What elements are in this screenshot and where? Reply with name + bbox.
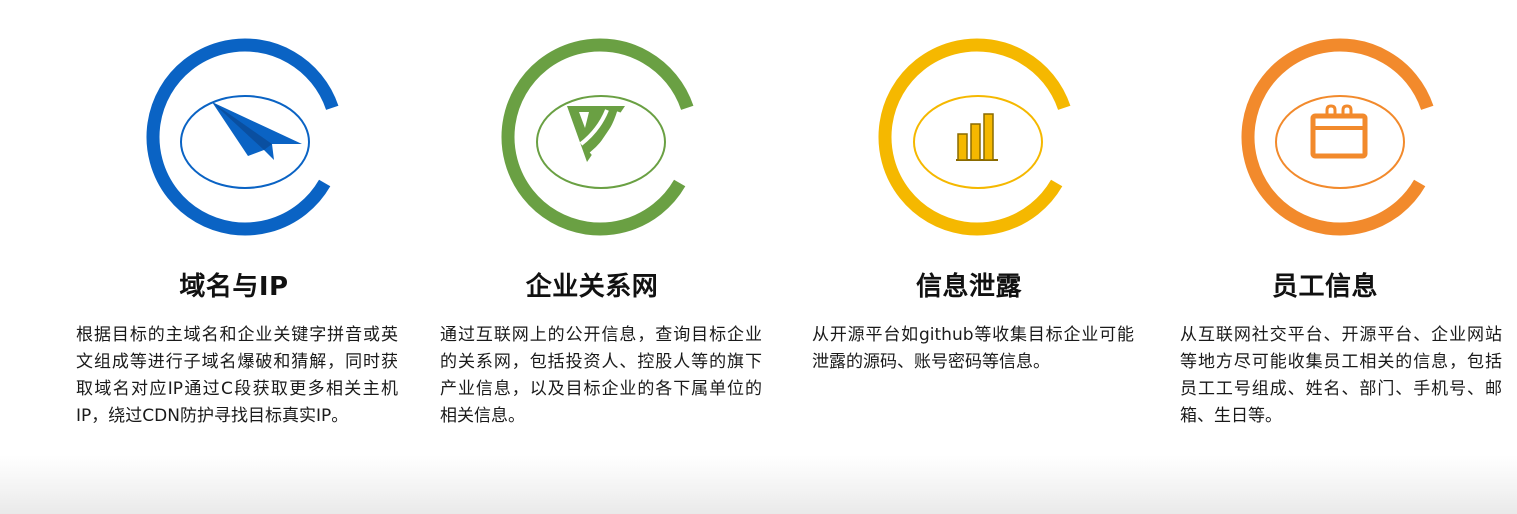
domain-emblem <box>140 32 350 242</box>
staff-emblem <box>1235 32 1445 242</box>
leak-emblem <box>872 32 1082 242</box>
card-staff-info: 员工信息 从互联网社交平台、开源平台、企业网站等地方尽可能收集员工相关的信息，包… <box>1180 0 1510 514</box>
leak-ring <box>878 38 1076 236</box>
card-description: 从互联网社交平台、开源平台、企业网站等地方尽可能收集员工相关的信息，包括员工工号… <box>1180 325 1502 426</box>
card-domain-ip: 域名与IP 根据目标的主域名和企业关键字拼音或英文组成等进行子域名爆破和猜解，同… <box>76 0 406 514</box>
wifi-wedge-icon <box>567 106 625 162</box>
paper-plane-icon <box>212 102 302 160</box>
card-description: 从开源平台如github等收集目标企业可能泄露的源码、账号密码等信息。 <box>812 325 1134 372</box>
calendar-icon <box>1310 104 1368 159</box>
card-title: 企业关系网 <box>525 272 659 302</box>
card-info-leak: 信息泄露 从开源平台如github等收集目标企业可能泄露的源码、账号密码等信息。 <box>812 0 1142 514</box>
bar-chart-icon <box>956 113 998 161</box>
card-description: 根据目标的主域名和企业关键字拼音或英文组成等进行子域名爆破和猜解，同时获取域名对… <box>76 325 398 426</box>
domain-ring <box>146 38 344 236</box>
card-title: 员工信息 <box>1271 272 1378 302</box>
network-ring <box>501 38 699 236</box>
card-enterprise-network: 企业关系网 通过互联网上的公开信息，查询目标企业的关系网，包括投资人、控股人等的… <box>440 0 770 514</box>
staff-ring <box>1241 38 1439 236</box>
card-title: 信息泄露 <box>915 272 1022 302</box>
network-emblem <box>495 32 705 242</box>
card-title: 域名与IP <box>179 272 289 302</box>
card-description: 通过互联网上的公开信息，查询目标企业的关系网，包括投资人、控股人等的旗下产业信息… <box>440 325 762 426</box>
